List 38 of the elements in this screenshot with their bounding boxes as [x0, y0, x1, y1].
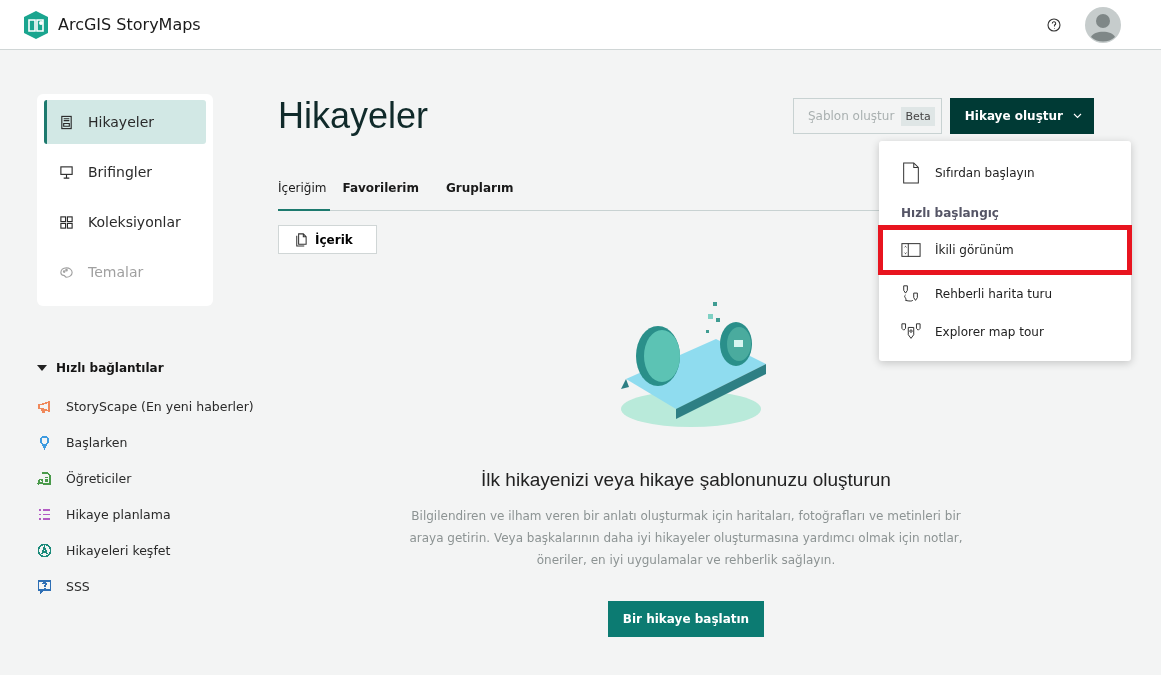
quick-link[interactable]: SSS — [37, 568, 278, 604]
tab[interactable]: İçeriğim — [278, 181, 331, 211]
tab[interactable]: Gruplarım — [445, 181, 529, 211]
logo-icon — [23, 10, 49, 39]
menu-item[interactable]: Rehberli harita turu — [879, 275, 1131, 313]
sidebar-item[interactable]: Brifingler — [44, 150, 206, 194]
page-title: Hikayeler — [278, 95, 429, 137]
palette-icon — [59, 264, 74, 280]
presentation-icon — [59, 164, 74, 180]
help-icon[interactable] — [1047, 17, 1061, 32]
quick-link[interactable]: Hikayeleri keşfet — [37, 532, 278, 568]
app-name: ArcGIS StoryMaps — [58, 15, 201, 34]
start-story-button[interactable]: Bir hikaye başlatın — [607, 601, 765, 637]
document-icon — [59, 114, 74, 130]
section-title: Hızlı bağlantılar — [56, 361, 164, 375]
beta-badge: Beta — [901, 106, 935, 126]
blank-page-icon — [901, 162, 921, 184]
caret-icon — [1073, 113, 1082, 119]
menu-item[interactable]: Sıfırdan başlayın — [879, 151, 1131, 195]
quick-link[interactable]: Başlarken — [37, 424, 278, 460]
create-story-button[interactable]: Hikaye oluştur — [949, 98, 1094, 134]
empty-state-heading: İlk hikayenizi veya hikaye şablonunuzu oluşturun — [481, 469, 891, 491]
quick-link[interactable]: Öğreticiler — [37, 460, 278, 496]
menu-section-title: Hızlı başlangıç — [900, 205, 1000, 222]
sidebar-item[interactable]: Hikayeler — [44, 100, 206, 144]
empty-state-description: Bilgilendiren ve ilham veren bir anlatı oluşturmak için haritaları, fotoğrafları ve metinleri bir araya getirin. Veya başkalarının daha iyi hikayeler oluşturmasına yardımcı olmak için notlar, öneriler, en iyi uygulamalar ve rehberlik sağlayın. — [408, 508, 964, 569]
menu-item[interactable]: Explorer map tour — [879, 313, 1131, 351]
copy-icon — [293, 232, 308, 247]
caret-icon[interactable] — [37, 365, 47, 371]
content-filter-dropdown[interactable]: İçerik — [278, 225, 377, 254]
avatar-icon[interactable] — [1085, 6, 1121, 43]
sidebar-item[interactable]: Koleksiyonlar — [44, 200, 206, 244]
route-pins-icon — [901, 283, 921, 305]
quick-link[interactable]: StoryScape (En yeni haberler) — [37, 388, 278, 424]
tab[interactable]: Favorilerim — [342, 181, 434, 211]
menu-item[interactable]: İkili görünüm — [878, 225, 1132, 275]
grid-icon — [59, 214, 74, 230]
quick-link[interactable]: Hikaye planlama — [37, 496, 278, 532]
